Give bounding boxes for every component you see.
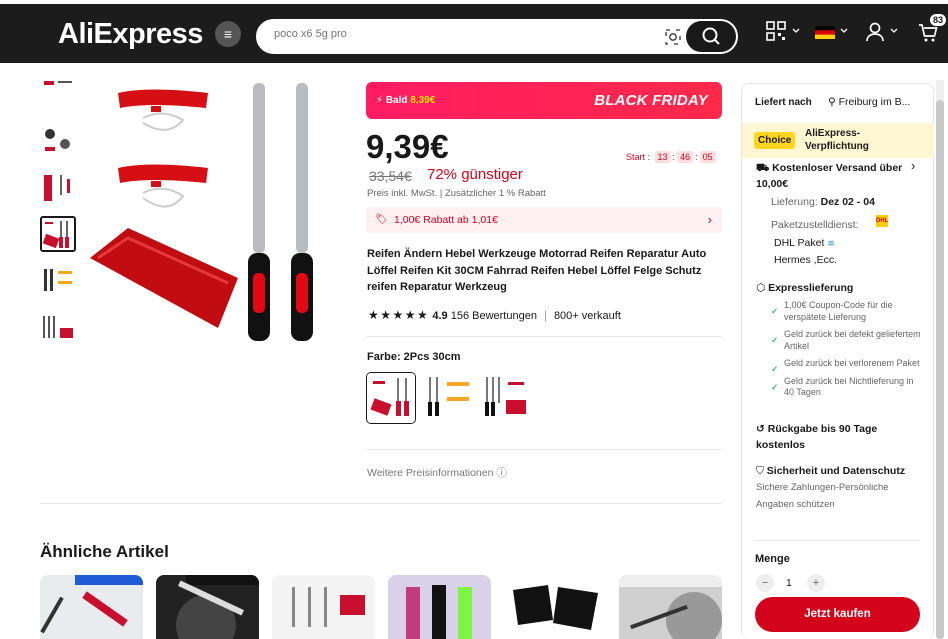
free-shipping-title[interactable]: ⛟ Kostenloser Versand über 10,00€ — [756, 160, 906, 192]
express-item: ✓ Geld zurück bei verlorenem Paket — [771, 358, 920, 374]
countdown-timer: Start : 13:46:05 — [626, 151, 718, 163]
carrier-hermes: Hermes ,Ecc. — [774, 254, 838, 266]
chevron-right-icon[interactable]: › — [911, 158, 915, 173]
carrier-label: Paketzustelldienst: — [771, 219, 859, 231]
choice-commitment-text: AliExpress-Verpflichtung — [805, 128, 869, 152]
express-item: ✓ 1,00€ Coupon-Code für die verspätete Li… — [771, 300, 893, 322]
thumbnail[interactable] — [40, 310, 76, 346]
coupon-text: 1,00€ Rabatt ab 1,01€ — [394, 214, 498, 226]
similar-item-card[interactable] — [40, 575, 143, 639]
delivery-date: Lieferung: Dez 02 - 04 — [771, 196, 875, 208]
timer-seconds: 05 — [699, 151, 716, 163]
rating-row[interactable]: ★★★★★ 4.9 156 Bewertungen | 800+ verkauf… — [368, 308, 621, 322]
carrier-dhl: DHL Paket ≋ — [774, 237, 835, 249]
express-list: ✓ 1,00€ Coupon-Code für die verspätete Li… — [771, 300, 921, 399]
timer-hours: 13 — [654, 151, 671, 163]
thumbnail-list — [40, 75, 78, 357]
black-friday-banner: ⚡ Bald 8,39€ BLACK FRIDAY — [366, 82, 722, 119]
color-label: Farbe: 2Pcs 30cm — [367, 351, 461, 363]
delivery-location[interactable]: ⚲ Freiburg im B... — [828, 96, 910, 108]
product-main-image[interactable] — [88, 78, 348, 348]
scrollbar-thumb[interactable] — [936, 100, 944, 639]
thumbnail-selected[interactable] — [40, 216, 76, 252]
shield-icon: ⛉ — [756, 465, 764, 477]
cart-count-badge: 83 — [930, 14, 947, 26]
variant-option[interactable] — [425, 372, 475, 424]
search-input[interactable] — [274, 28, 634, 40]
divider — [366, 336, 722, 337]
similar-item-card[interactable] — [503, 575, 606, 639]
thumbnail[interactable] — [40, 122, 76, 158]
similar-item-card[interactable] — [272, 575, 375, 639]
similar-items-heading: Ähnliche Artikel — [40, 542, 169, 561]
quantity-increase-button[interactable]: + — [807, 574, 825, 592]
express-item: ✓ Geld zurück bei Nichtlieferung in 40 Ta… — [771, 375, 914, 398]
review-count[interactable]: 156 Bewertungen — [451, 310, 537, 322]
quantity-label: Menge — [755, 553, 790, 565]
check-icon: ✓ — [771, 381, 779, 392]
divider — [755, 540, 920, 541]
search-icon — [702, 27, 720, 45]
search-bar — [256, 19, 738, 54]
delivery-to-label: Liefert nach — [755, 97, 812, 108]
aliexpress-logo[interactable]: AliExpress — [58, 18, 203, 51]
qr-code-icon[interactable] — [765, 20, 787, 42]
account-icon[interactable] — [864, 21, 886, 43]
choice-banner: Choice AliExpress-Verpflichtung — [742, 123, 934, 158]
timer-minutes: 46 — [677, 151, 694, 163]
menu-button[interactable]: ≡ — [215, 21, 241, 47]
truck-icon: ⛟ — [756, 162, 770, 174]
quantity-value[interactable]: 1 — [786, 577, 792, 589]
similar-item-card[interactable] — [156, 575, 259, 639]
rating-value: 4.9 — [432, 310, 448, 322]
star-rating-icon: ★★★★★ — [368, 308, 430, 322]
thumbnail[interactable] — [40, 75, 76, 111]
divider — [366, 449, 722, 450]
variant-option-selected[interactable] — [366, 372, 416, 424]
top-header: AliExpress ≡ — [0, 4, 948, 63]
divider — [40, 503, 722, 504]
check-icon: ✓ — [771, 364, 779, 374]
chevron-right-icon: › — [707, 212, 712, 227]
image-search-icon[interactable] — [664, 28, 682, 46]
free-return-title: ↺ Rückgabe bis 90 Tage kostenlos — [756, 423, 878, 451]
search-button[interactable] — [686, 21, 736, 52]
similar-item-card[interactable] — [388, 575, 491, 639]
thumbnail[interactable] — [40, 169, 76, 205]
current-price: 9,39€ — [366, 128, 449, 165]
package-icon: ⬡ — [756, 282, 766, 294]
sold-count: 800+ verkauft — [553, 310, 621, 322]
product-title: Reifen Ändern Hebel Werkzeuge Motorrad R… — [367, 248, 707, 293]
wifi-icon: ≋ — [827, 238, 835, 248]
similar-item-card[interactable] — [619, 575, 722, 639]
chevron-down-icon — [890, 28, 898, 33]
express-item: ✓ Geld zurück bei defekt geliefertem Arti… — [771, 329, 921, 351]
german-flag-icon[interactable] — [815, 26, 835, 39]
coupon-tag-icon: 🏷 — [375, 214, 388, 225]
quantity-decrease-button[interactable]: − — [756, 574, 774, 592]
express-delivery-title: ⬡ Expresslieferung — [756, 282, 854, 294]
variant-option[interactable] — [482, 372, 532, 424]
choice-badge: Choice — [754, 132, 796, 149]
tax-note: Preis inkl. MwSt. | Zusätzlicher 1 % Rab… — [367, 188, 546, 199]
thumbnail[interactable] — [40, 263, 76, 299]
chevron-down-icon — [792, 28, 800, 33]
info-icon[interactable]: ⓘ — [496, 467, 507, 479]
chevron-down-icon — [840, 28, 848, 33]
coupon-bar[interactable]: 🏷 1,00€ Rabatt ab 1,01€ › — [366, 207, 722, 233]
black-friday-label: BLACK FRIDAY — [594, 92, 708, 109]
discount-percent: 72% günstiger — [427, 166, 523, 183]
location-pin-icon: ⚲ — [828, 96, 836, 108]
more-price-info[interactable]: Weitere Preisinformationen ⓘ — [367, 465, 507, 480]
check-icon: ✓ — [771, 335, 779, 345]
check-icon: ✓ — [771, 306, 779, 316]
dhl-logo-icon: DHL — [876, 215, 888, 227]
return-icon: ↺ — [756, 423, 765, 435]
soon-price-label: ⚡ Bald 8,39€ — [376, 95, 436, 106]
original-price: 33,54€ — [369, 168, 412, 184]
buy-now-button[interactable]: Jetzt kaufen — [755, 597, 920, 632]
security-section: ⛉ Sicherheit und Datenschutz Sichere Zah… — [756, 465, 906, 510]
